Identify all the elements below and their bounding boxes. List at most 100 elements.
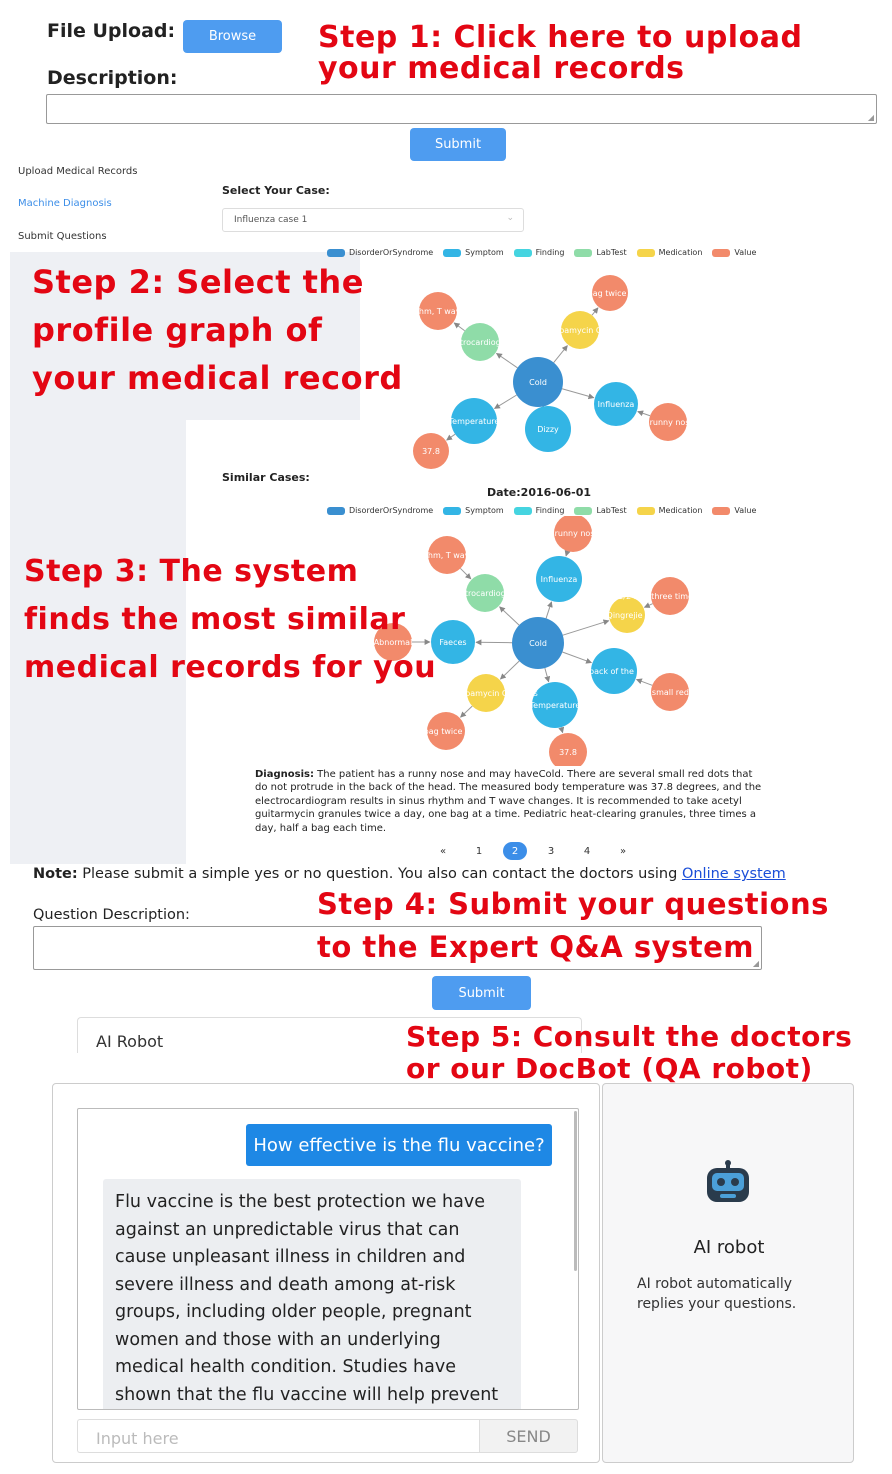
graph-node-label: Influenza bbox=[541, 575, 578, 584]
diagnosis-label: Diagnosis: bbox=[255, 769, 314, 780]
step3-line3: medical records for you bbox=[24, 650, 437, 685]
graph-node[interactable]: A runny nose bbox=[642, 403, 695, 441]
question-description-label: Question Description: bbox=[33, 907, 190, 923]
step5-annotation: Step 5: Consult the doctors or our DocBo… bbox=[406, 1021, 852, 1085]
graph-node[interactable]: 37.8 bbox=[549, 733, 587, 766]
legend-item[interactable]: Medication bbox=[636, 248, 703, 257]
step4-annotation: Step 4: Submit your questions to the Exp… bbox=[317, 883, 829, 969]
graph-node[interactable]: A few small red spots bbox=[627, 673, 713, 711]
legend-swatch bbox=[636, 506, 655, 515]
graph-edge bbox=[562, 619, 610, 636]
page-3[interactable]: 3 bbox=[539, 842, 563, 860]
graph-node[interactable]: Influenza bbox=[536, 556, 582, 602]
chat-messages[interactable]: How effective is the flu vaccine? Flu va… bbox=[77, 1108, 579, 1410]
legend-item[interactable]: DisorderOrSyndrome bbox=[327, 506, 433, 515]
resize-handle-icon[interactable]: ◢ bbox=[868, 113, 874, 122]
graph-node[interactable]: Electrocardiogram bbox=[443, 323, 517, 361]
graph-node[interactable]: Dizzy bbox=[525, 406, 571, 452]
description-textarea[interactable]: ◢ bbox=[46, 94, 877, 124]
legend-item[interactable]: Value bbox=[712, 506, 756, 515]
bot-message-line: medical health condition. Studies have bbox=[115, 1357, 456, 1377]
graph-node[interactable]: Faeces bbox=[431, 620, 475, 664]
step4-line1: Step 4: Submit your questions bbox=[317, 887, 829, 921]
graph-edge bbox=[460, 705, 473, 718]
profile-graph[interactable]: Cold Influenza Dizzy Temperature Electrocard… bbox=[360, 262, 720, 470]
chat-scrollbar[interactable] bbox=[574, 1111, 577, 1271]
step3-line1: Step 3: The system bbox=[24, 554, 359, 589]
graph1-legend: DisorderOrSyndrome Symptom Finding LabTe… bbox=[327, 248, 756, 257]
note-label: Note: bbox=[33, 866, 78, 882]
send-button[interactable]: SEND bbox=[479, 1419, 578, 1453]
next-page-icon[interactable]: » bbox=[611, 842, 635, 860]
prev-page-icon[interactable]: « bbox=[431, 842, 455, 860]
graph-node[interactable]: Cold bbox=[513, 357, 563, 407]
ai-robot-tab-label: AI Robot bbox=[96, 1032, 164, 1051]
legend-swatch bbox=[513, 506, 532, 515]
graph-node[interactable]: Cold bbox=[512, 617, 564, 669]
graph-node[interactable]: Acetylisoamycin Granules bbox=[434, 674, 538, 712]
online-system-link[interactable]: Online system bbox=[682, 866, 786, 882]
chevron-down-icon: ⌄ bbox=[506, 213, 514, 223]
user-message: How effective is the flu vaccine? bbox=[246, 1124, 552, 1166]
diagnosis-line: do not protrude in the back of the head.… bbox=[255, 782, 762, 794]
graph-node[interactable]: 37.8 bbox=[413, 433, 449, 469]
legend-label: DisorderOrSyndrome bbox=[349, 506, 434, 515]
legend-label: Medication bbox=[658, 248, 703, 257]
sidebar-item-upload[interactable]: Upload Medical Records bbox=[18, 166, 137, 177]
pagination: « 1 2 3 4 » bbox=[431, 842, 635, 860]
graph-node[interactable]: Acetylisoamycin Granules bbox=[528, 311, 632, 349]
submit-question-button[interactable]: Submit bbox=[432, 976, 531, 1010]
bot-message-line: shown that the flu vaccine will help pre… bbox=[115, 1384, 499, 1405]
graph-node[interactable]: A runny nose bbox=[547, 516, 600, 552]
legend-swatch bbox=[327, 506, 345, 515]
step5-line2: or our DocBot (QA robot) bbox=[406, 1052, 813, 1085]
legend-item[interactable]: Medication bbox=[636, 506, 702, 515]
graph-node-label: Faeces bbox=[439, 638, 466, 647]
step1-annotation: Step 1: Click here to upload your medica… bbox=[318, 22, 802, 84]
legend-label: Value bbox=[734, 248, 757, 257]
graph-node[interactable]: Influenza bbox=[594, 382, 638, 426]
case-select[interactable]: Influenza case 1 ⌄ bbox=[222, 208, 524, 232]
legend-item[interactable]: Symptom bbox=[443, 506, 504, 515]
legend-item[interactable]: LabTest bbox=[574, 506, 627, 515]
diagnosis-line: guitarmycin granules twice a day, one ba… bbox=[255, 809, 757, 821]
robot-title: AI robot bbox=[693, 1237, 765, 1258]
browse-button[interactable]: Browse bbox=[183, 20, 282, 53]
step1-line1: Step 1: Click here to upload bbox=[318, 20, 803, 55]
graph-edge bbox=[591, 307, 599, 316]
graph-node[interactable]: Electrocardiogram bbox=[448, 574, 522, 612]
step4-line2: to the Expert Q&A system bbox=[317, 930, 755, 964]
legend-label: LabTest bbox=[596, 248, 627, 257]
sidebar-item-questions[interactable]: Submit Questions bbox=[18, 231, 107, 242]
legend-item[interactable]: Value bbox=[712, 248, 756, 257]
graph-node-label: Acetylisoamycin Granules bbox=[434, 689, 538, 698]
legend-label: Finding bbox=[535, 248, 565, 257]
legend-swatch bbox=[636, 248, 655, 257]
page-4[interactable]: 4 bbox=[575, 842, 599, 860]
robot-description-line: replies your questions. bbox=[637, 1296, 797, 1312]
sidebar-item-diagnosis[interactable]: Machine Diagnosis bbox=[18, 198, 112, 209]
case-select-value: Influenza case 1 bbox=[234, 215, 308, 225]
chat-input[interactable]: Input here bbox=[77, 1419, 479, 1453]
legend-swatch bbox=[327, 248, 345, 257]
legend-item[interactable]: Finding bbox=[513, 248, 565, 257]
bot-message-line: Flu vaccine is the best protection we ha… bbox=[115, 1192, 485, 1212]
submit-upload-button[interactable]: Submit bbox=[410, 128, 506, 161]
legend-item[interactable]: Finding bbox=[513, 506, 564, 515]
diagnosis-line: electrocardiogram results in sinus rhyth… bbox=[255, 795, 742, 807]
graph-node[interactable]: One bag twice a day bbox=[569, 275, 652, 311]
legend-item[interactable]: LabTest bbox=[574, 248, 627, 257]
file-upload-label: File Upload: bbox=[47, 20, 176, 42]
legend-item[interactable]: Symptom bbox=[443, 248, 504, 257]
legend-swatch bbox=[574, 506, 593, 515]
page-2[interactable]: 2 bbox=[503, 842, 527, 860]
page-1[interactable]: 1 bbox=[467, 842, 491, 860]
legend-label: Symptom bbox=[465, 248, 504, 257]
graph-edge bbox=[553, 345, 568, 363]
graph-edge bbox=[446, 433, 456, 441]
graph-node[interactable]: Temperature bbox=[448, 398, 500, 444]
graph-edge bbox=[545, 601, 553, 619]
graph-node[interactable]: One bag twice a day bbox=[405, 712, 488, 750]
legend-item[interactable]: DisorderOrSyndrome bbox=[327, 248, 433, 257]
step1-line2: your medical records bbox=[318, 51, 685, 86]
